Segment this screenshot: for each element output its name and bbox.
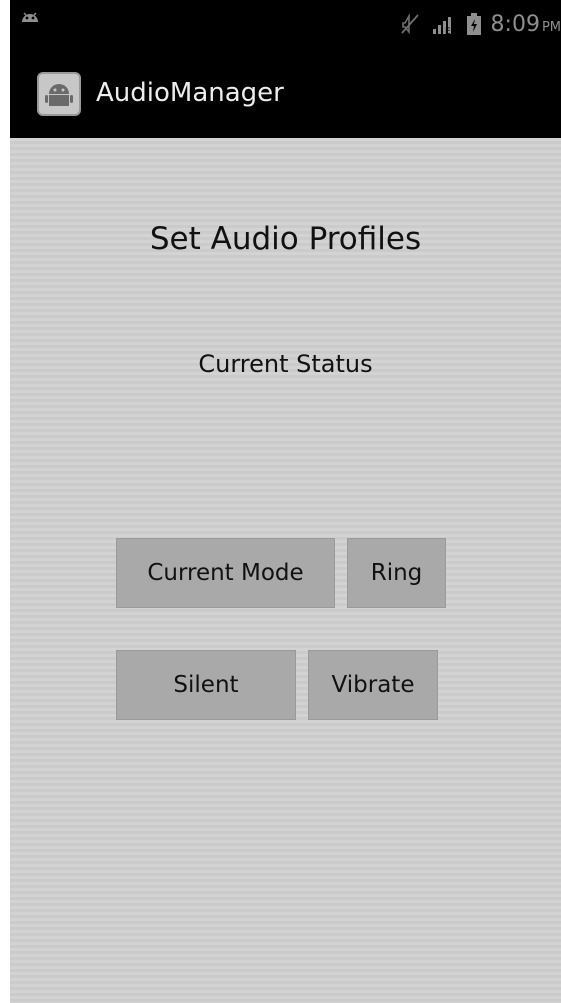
app-title: AudioManager: [96, 78, 284, 108]
status-ampm: PM: [541, 19, 561, 35]
signal-icon: E: [432, 17, 451, 35]
action-bar: AudioManager: [10, 52, 561, 138]
status-clock: 8:09 PM: [491, 12, 561, 37]
battery-icon: [466, 13, 481, 35]
phone-screen: E 8:09 PM AudioManager Set Audio Profile…: [10, 0, 561, 1003]
status-icons: E 8:09 PM: [399, 10, 561, 38]
vibrate-button[interactable]: Vibrate: [308, 650, 438, 720]
android-app-icon[interactable]: [37, 72, 81, 116]
android-notification-icon: [22, 12, 38, 22]
no-sound-icon: [400, 13, 419, 35]
current-status-label: Current Status: [198, 350, 373, 378]
ring-button[interactable]: Ring: [347, 538, 446, 608]
current-mode-button[interactable]: Current Mode: [116, 538, 335, 608]
svg-text:E: E: [445, 27, 451, 35]
status-time: 8:09: [490, 11, 540, 37]
status-bar: E 8:09 PM: [10, 0, 561, 52]
page-title: Set Audio Profiles: [149, 221, 422, 257]
silent-button[interactable]: Silent: [116, 650, 296, 720]
main-content: Set Audio Profiles Current Status Curren…: [10, 138, 561, 1003]
